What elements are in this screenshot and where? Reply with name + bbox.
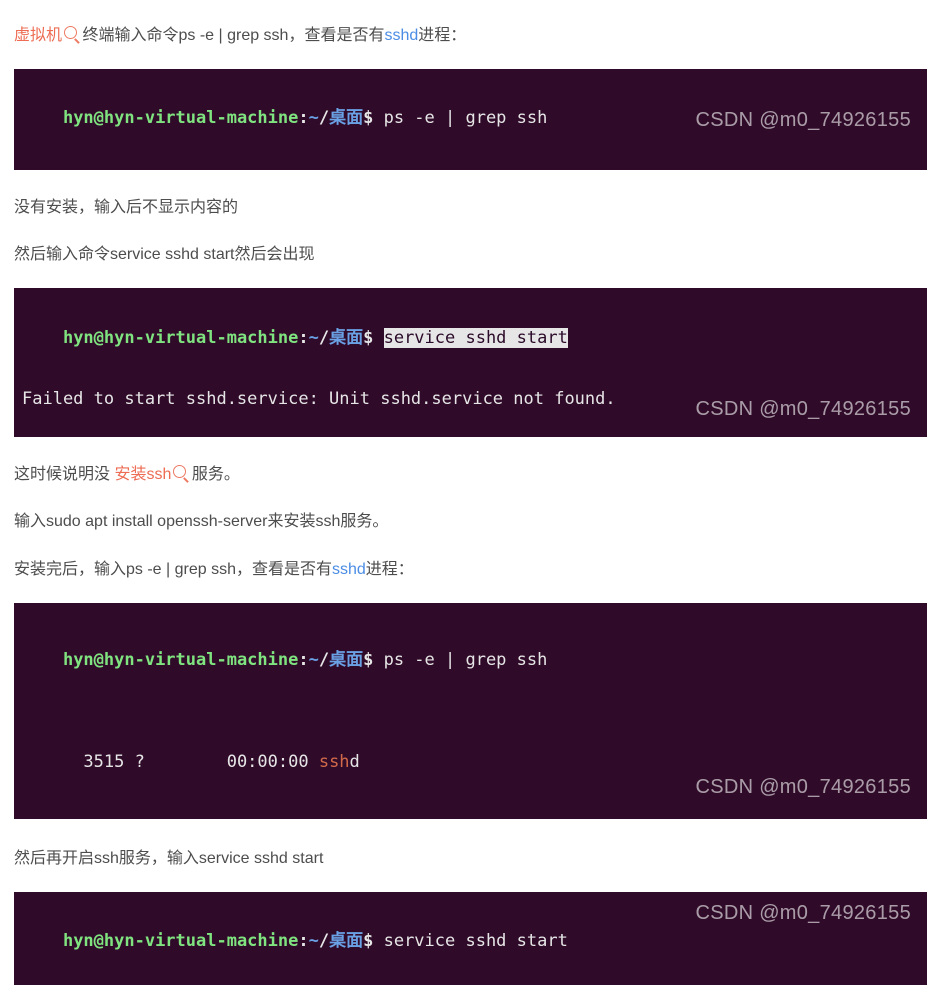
paragraph-6: 安装完后，输入ps -e | grep ssh，查看是否有sshd进程： [14,556,927,583]
text: 服务。 [192,466,240,483]
terminal-block-1: CSDN @m0_74926155 hyn@hyn-virtual-machin… [14,69,927,170]
terminal-command: ps -e | grep ssh [384,108,548,128]
paragraph-7: 然后再开启ssh服务，输入service sshd start [14,845,927,872]
keyword-vm[interactable]: 虚拟机 [14,27,62,44]
terminal-block-4: CSDN @m0_74926155 hyn@hyn-virtual-machin… [14,892,927,985]
prompt-user: hyn@hyn-virtual-machine [63,108,298,128]
paragraph-5: 输入sudo apt install openssh-server来安装ssh服… [14,508,927,535]
text: 安装完后，输入ps -e | grep ssh，查看是否有 [14,561,332,578]
prompt-user: hyn@hyn-virtual-machine [63,328,298,348]
terminal-output: 3515 ? 00:00:00 [63,752,319,772]
text: 这时候说明没 [14,466,114,483]
paragraph-3: 然后输入命令service sshd start然后会出现 [14,241,927,268]
keyword-install-ssh[interactable]: 安装ssh [114,466,171,483]
prompt-user: hyn@hyn-virtual-machine [63,931,298,951]
terminal-command: service sshd start [384,931,568,951]
text: 进程： [418,27,466,44]
paragraph-2: 没有安装，输入后不显示内容的 [14,194,927,221]
search-icon[interactable] [64,26,77,39]
terminal-partial-line [22,415,919,435]
prompt-path: ~ [309,108,319,128]
paragraph-4: 这时候说明没 安装ssh 服务。 [14,461,927,488]
prompt-user: hyn@hyn-virtual-machine [63,650,298,670]
terminal-command: ps -e | grep ssh [384,650,548,670]
prompt-sep: : [298,108,308,128]
keyword-sshd[interactable]: sshd [332,561,366,578]
terminal-block-3: CSDN @m0_74926155 hyn@hyn-virtual-machin… [14,603,927,819]
terminal-command-highlight: service sshd start [384,328,568,348]
terminal-block-2: CSDN @m0_74926155 hyn@hyn-virtual-machin… [14,288,927,437]
terminal-output-error: Failed to start sshd.service: Unit sshd.… [22,385,919,415]
text: 终端输入命令ps -e | grep ssh，查看是否有 [82,27,384,44]
text: 进程： [366,561,414,578]
paragraph-1: 虚拟机 终端输入命令ps -e | grep ssh，查看是否有sshd进程： [14,22,927,49]
terminal-output-match: ssh [319,752,350,772]
search-icon[interactable] [173,465,186,478]
keyword-sshd[interactable]: sshd [384,27,418,44]
